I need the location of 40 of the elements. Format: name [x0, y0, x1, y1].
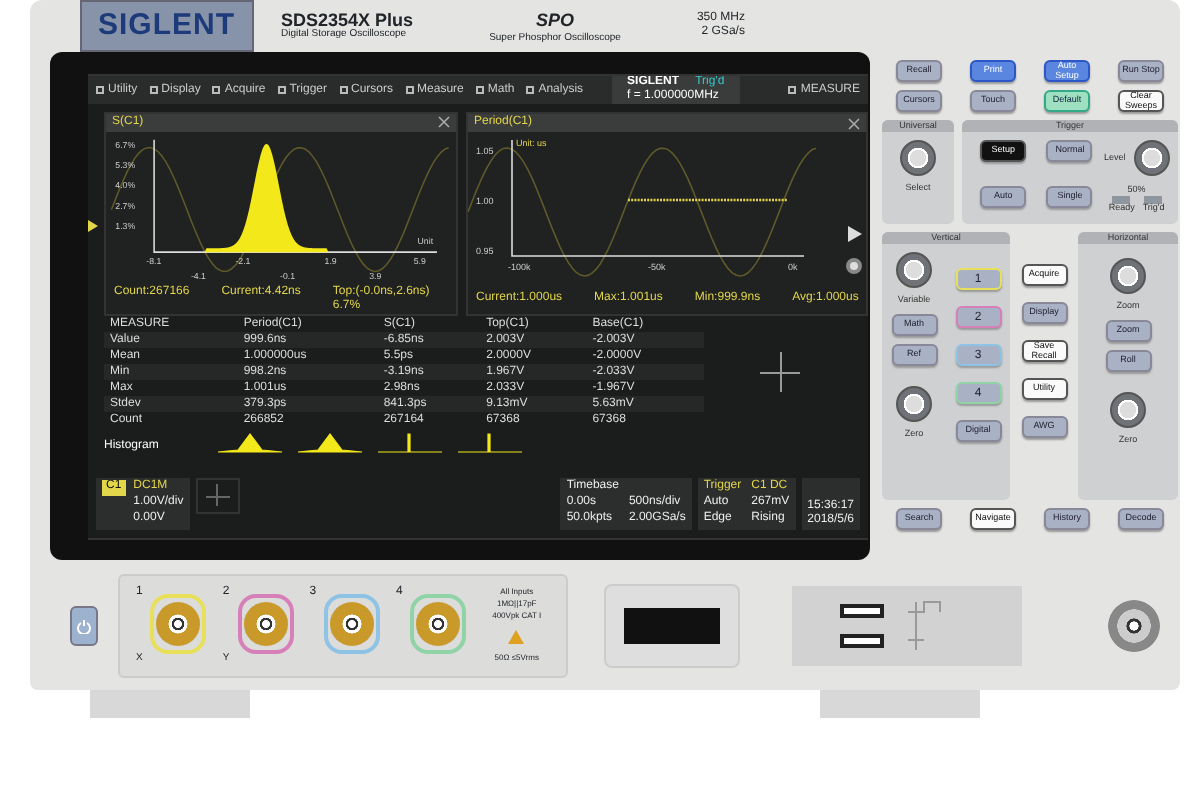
play-icon[interactable]: [847, 226, 861, 242]
knob[interactable]: [1110, 258, 1146, 294]
square-icon: [405, 85, 414, 94]
brand-logo: SIGLENT: [80, 0, 254, 53]
usb-port[interactable]: [840, 633, 885, 647]
tech-logo: SPO: [535, 7, 574, 32]
warning-icon: [508, 630, 525, 644]
knob[interactable]: [900, 140, 936, 176]
mini-histogram-drawing: [294, 432, 366, 454]
mini-histogram-drawing: [374, 432, 446, 454]
bnc-connector[interactable]: [416, 601, 461, 645]
bnc-connector[interactable]: [1108, 599, 1160, 651]
square-icon: [277, 85, 286, 94]
power-button[interactable]: [70, 605, 98, 645]
channel-marker-icon: [88, 220, 98, 232]
knob[interactable]: [896, 252, 932, 288]
mini-histogram-drawing: [214, 432, 286, 454]
square-icon: [339, 85, 347, 94]
crosshair-icon: [195, 478, 240, 514]
indicator-light: [1112, 195, 1131, 203]
square-icon: [149, 85, 158, 94]
usb-port[interactable]: [840, 603, 885, 617]
square-icon: [526, 85, 535, 94]
mini-histogram-drawing: [454, 432, 526, 454]
model-name: SDS2354X Plus: [281, 11, 414, 30]
knob[interactable]: [896, 385, 932, 421]
square-icon: [96, 85, 104, 94]
square-icon: [788, 85, 797, 94]
square-icon: [212, 85, 221, 94]
knob[interactable]: [1133, 140, 1170, 176]
square-icon: [475, 85, 484, 94]
power-icon: [76, 617, 92, 633]
bnc-connector[interactable]: [330, 601, 375, 645]
bnc-connector[interactable]: [243, 601, 288, 645]
bnc-connector[interactable]: [156, 601, 201, 645]
indicator-light: [1144, 195, 1163, 203]
knob[interactable]: [1110, 391, 1146, 427]
display-slot: [624, 607, 721, 643]
close-icon[interactable]: [848, 117, 861, 129]
close-icon[interactable]: [438, 116, 450, 129]
